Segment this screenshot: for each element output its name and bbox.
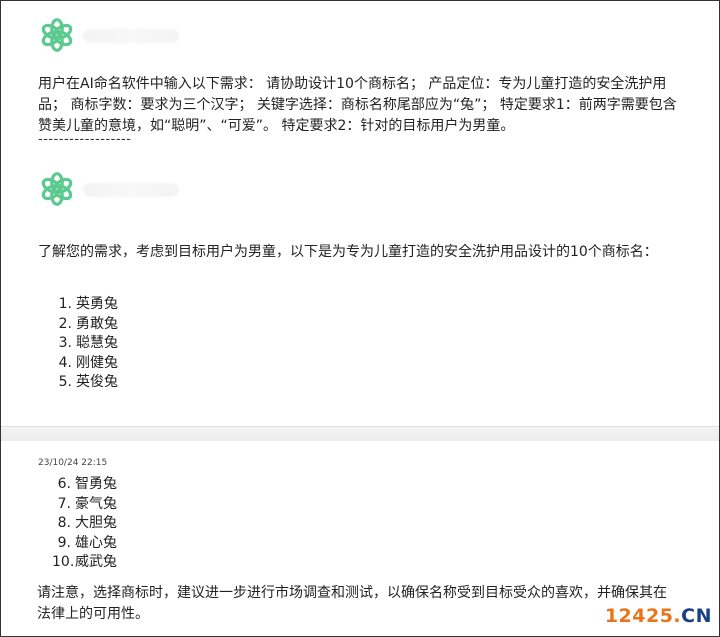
list-item: 9. 雄心兔	[52, 534, 117, 554]
site-watermark: 12425.CN	[605, 605, 712, 627]
list-item-number: 3.	[58, 335, 72, 351]
list-item: 5. 英俊兔	[56, 373, 118, 393]
list-item-number: 10.	[52, 554, 75, 570]
list-item: 4. 刚健兔	[56, 354, 118, 374]
list-item-name: 聪慧兔	[76, 335, 118, 351]
message-timestamp: 23/10/24 22:15	[38, 458, 108, 468]
blurred-username	[83, 183, 179, 197]
blurred-username	[83, 29, 179, 43]
user-message-text: 用户在AI命名软件中输入以下需求： 请协助设计10个商标名； 产品定位：专为儿童…	[38, 76, 677, 134]
list-item-name: 英俊兔	[76, 374, 118, 390]
list-item-number: 5.	[58, 374, 72, 390]
list-item-name: 大胆兔	[75, 515, 117, 531]
list-item: 8. 大胆兔	[52, 514, 117, 534]
brand-name-list-part2: 6. 智勇兔 7. 豪气兔 8. 大胆兔 9. 雄心兔 10.威武兔	[52, 475, 117, 573]
chat-panel-top: 用户在AI命名软件中输入以下需求： 请协助设计10个商标名； 产品定位：专为儿童…	[1, 1, 719, 426]
list-item-name: 雄心兔	[75, 534, 117, 551]
list-item: 3. 聪慧兔	[56, 334, 118, 354]
list-item-name: 勇敢兔	[76, 315, 118, 332]
list-item-number: 7.	[57, 495, 71, 512]
brand-name-list-part1: 1. 英勇兔 2. 勇敢兔 3. 聪慧兔 4. 刚健兔 5. 英俊兔	[56, 295, 118, 393]
list-item-name: 豪气兔	[75, 495, 117, 512]
openai-logo-svg	[41, 18, 73, 52]
list-item-name: 智勇兔	[75, 476, 117, 492]
list-item-name: 英勇兔	[76, 296, 118, 312]
openai-logo-icon	[39, 171, 75, 207]
openai-logo-icon	[39, 17, 75, 53]
assistant-intro-text: 了解您的需求，考虑到目标用户为男童，以下是为专为儿童打造的安全洗护用品设计的10…	[38, 244, 658, 260]
list-item-number: 1.	[58, 296, 72, 312]
assistant-note-text: 请注意，选择商标时，建议进一步进行市场调查和测试，以确保名称受到目标受众的喜欢，…	[37, 585, 667, 622]
list-item-name: 刚健兔	[76, 354, 118, 371]
list-item: 2. 勇敢兔	[56, 315, 118, 335]
list-item-number: 6.	[57, 476, 71, 492]
list-item-number: 8.	[57, 515, 71, 531]
list-item-number: 2.	[58, 315, 72, 332]
watermark-dot: .	[673, 605, 682, 627]
openai-logo-svg	[41, 172, 73, 206]
watermark-cn: CN	[681, 605, 712, 627]
list-item: 6. 智勇兔	[52, 475, 117, 495]
list-item: 1. 英勇兔	[56, 295, 118, 315]
list-item: 7. 豪气兔	[52, 495, 117, 515]
watermark-number: 12425	[604, 605, 674, 627]
list-item-number: 4.	[58, 354, 72, 371]
list-item: 10.威武兔	[52, 553, 117, 573]
message-divider: ------------------	[38, 132, 132, 147]
list-item-name: 威武兔	[75, 554, 117, 570]
list-item-number: 9.	[57, 534, 71, 551]
screenshot-splice-divider	[1, 426, 719, 442]
